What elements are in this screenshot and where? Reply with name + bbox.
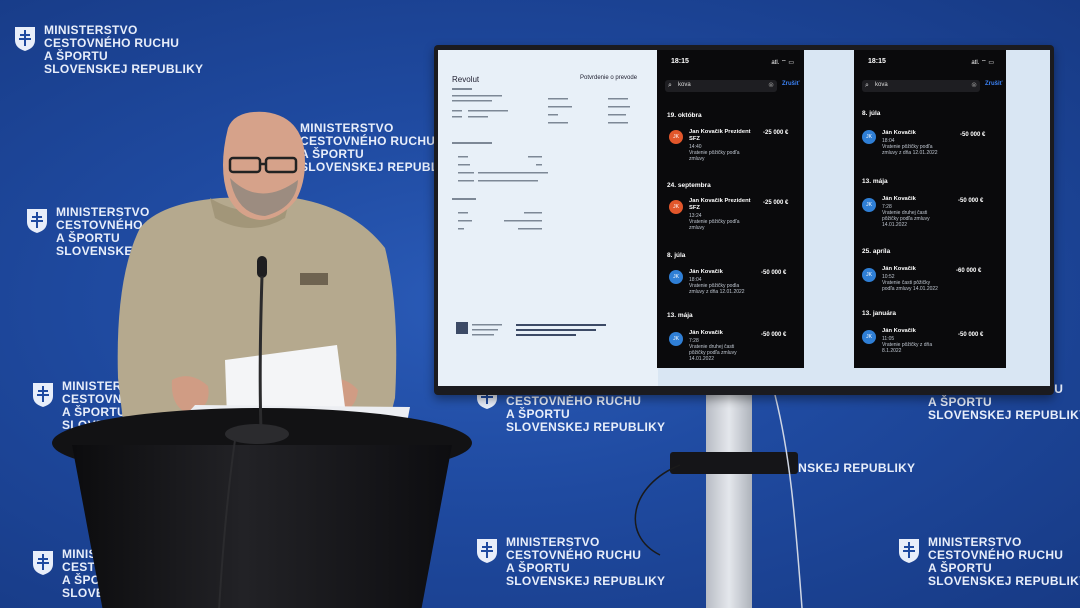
cable (634, 395, 803, 608)
document-text-lines (452, 88, 630, 336)
transaction-desc: Vratenie pôžičky podľa zmluvy (689, 150, 740, 162)
cancel-button[interactable]: Zrušiť (782, 81, 800, 87)
contact-avatar: JK (862, 268, 876, 282)
date-header: 8. júla (862, 110, 881, 117)
date-header: 25. apríla (862, 248, 891, 255)
logo-line4: SLOVENSKEJ REPUBLIKY (928, 574, 1080, 588)
phone-screenshot-2: 18:15 atl. ⌔ ▭ ⌕ kova ⊗ Zrušiť 8. júla J… (854, 50, 1006, 368)
clear-icon[interactable]: ⊗ (768, 81, 774, 89)
transaction-desc: Vratenie pôžičky z dňa 8.1.2022 (882, 342, 933, 354)
transaction-amount: -50 000 € (958, 332, 984, 338)
revolut-document: Revolut Potvrdenie o prevode (438, 50, 658, 386)
search-input[interactable]: ⌕ kova ⊗ (862, 80, 980, 92)
date-header: 19. októbra (667, 112, 702, 119)
transaction-name[interactable]: Ján Kovačik (689, 330, 723, 337)
transaction-name[interactable]: Ján Kovačik (882, 196, 916, 203)
search-value: kova (875, 82, 888, 88)
tv-monitor: Revolut Potvrdenie o prevode 18:15 atl. … (434, 45, 1054, 395)
transaction-name[interactable]: Ján Kovačik (689, 269, 723, 276)
search-value: kova (678, 82, 691, 88)
transaction-amount: -50 000 € (958, 198, 984, 204)
search-icon: ⌕ (865, 82, 869, 89)
slovak-crest-icon (33, 383, 53, 407)
transaction-amount: -60 000 € (956, 268, 982, 274)
transaction-name[interactable]: Jan Kovačik Prezident SFZ (689, 129, 759, 143)
date-header: 13. januára (862, 310, 896, 317)
transaction-name[interactable]: Ján Kovačik (882, 266, 916, 273)
transaction-amount: -25 000 € (763, 200, 789, 206)
date-header: 13. mája (862, 178, 888, 185)
transaction-name[interactable]: Jan Kovačik Prezident SFZ (689, 198, 759, 212)
cancel-button[interactable]: Zrušiť (985, 81, 1003, 87)
status-icons: atl. ⌔ ▭ (771, 60, 794, 66)
transaction-amount: -50 000 € (761, 270, 787, 276)
transaction-desc: Vratenie druhej časti pôžičky podľa zmlu… (882, 210, 930, 228)
transaction-desc: Vratenie pôžičky podla zmluvy z dňa 12.0… (689, 283, 745, 295)
ministry-logo: MINISTERSTVOCESTOVNÉHO RUCHUA ŠPORTUSLOV… (14, 24, 203, 76)
contact-avatar: JK (669, 200, 683, 214)
slovak-crest-icon (899, 539, 919, 563)
transaction-name[interactable]: Ján Kovačik (882, 130, 916, 137)
transaction-amount: -50 000 € (960, 132, 986, 138)
contact-avatar: JK (862, 198, 876, 212)
transaction-amount: -25 000 € (763, 130, 789, 136)
monitor-screen: Revolut Potvrdenie o prevode 18:15 atl. … (438, 50, 1050, 386)
contact-avatar: JK (669, 270, 683, 284)
logo-line4: SLOVENSKEJ REPUBLIKY (928, 408, 1080, 422)
phone-screenshot-1: 18:15 atl. ⌔ ▭ ⌕ kova ⊗ Zrušiť 19. októb… (657, 50, 804, 368)
logo-line4: SLOVENSKEJ REPUBLIKY (44, 62, 204, 76)
microphone-icon (218, 256, 289, 608)
search-input[interactable]: ⌕ kova ⊗ (665, 80, 777, 92)
contact-avatar: JK (862, 330, 876, 344)
slovak-crest-icon (27, 209, 47, 233)
slovak-crest-icon (15, 27, 35, 51)
transaction-desc: Vratenie pôžičky podľa zmluvy z dňa 12.0… (882, 144, 938, 156)
phone-time: 18:15 (671, 58, 689, 65)
transaction-name[interactable]: Ján Kovačik (882, 328, 916, 335)
date-header: 13. mája (667, 312, 693, 319)
transaction-desc: Vratenie druhej časti pôžičky podľa zmlu… (689, 344, 737, 362)
transaction-desc: Vratenie časti pôžičky podľa zmluvy 14.0… (882, 280, 938, 292)
phone-time: 18:15 (868, 58, 886, 65)
clear-icon[interactable]: ⊗ (971, 81, 977, 89)
slovak-crest-icon (33, 551, 53, 575)
slovak-crest-icon (477, 539, 497, 563)
contact-avatar: JK (669, 130, 683, 144)
status-icons: atl. ⌔ ▭ (971, 60, 994, 66)
date-header: 8. júla (667, 252, 686, 259)
contact-avatar: JK (862, 130, 876, 144)
contact-avatar: JK (669, 332, 683, 346)
ministry-logo: MINISTERSTVOCESTOVNÉHO RUCHUA ŠPORTUSLOV… (898, 536, 1080, 588)
date-header: 24. septembra (667, 182, 711, 189)
transaction-amount: -50 000 € (761, 332, 787, 338)
search-icon: ⌕ (668, 82, 672, 89)
press-conference-scene: MINISTERSTVO CESTOVNÉHO RUCHU A ŠPORTU SLOV… (0, 0, 1080, 608)
transaction-desc: Vratenie pôžičky podľa zmluvy (689, 219, 740, 231)
